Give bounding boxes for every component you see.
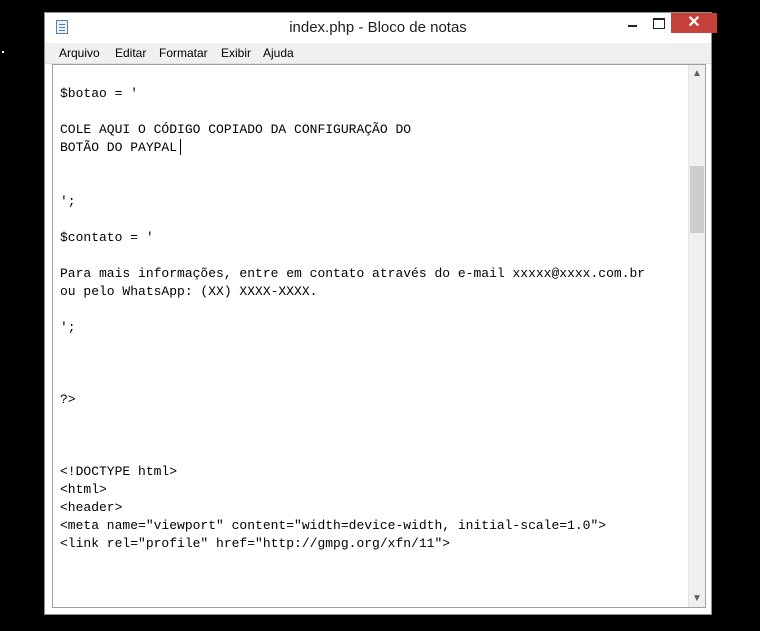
editor-line: ?>	[60, 392, 76, 407]
text-editor[interactable]: $botao = ' COLE AQUI O CÓDIGO COPIADO DA…	[52, 64, 706, 608]
editor-line: $botao = '	[60, 86, 139, 101]
editor-line: ';	[60, 194, 76, 209]
editor-line: <html>	[60, 482, 107, 497]
title-bar[interactable]: index.php - Bloco de notas ✕	[45, 13, 717, 43]
editor-line: <link rel="profile" href="http://gmpg.or…	[60, 536, 451, 551]
maximize-button[interactable]	[645, 13, 671, 33]
editor-line: ';	[60, 320, 76, 335]
menu-exibir[interactable]: Exibir	[221, 43, 251, 63]
editor-line: <meta name="viewport" content="width=dev…	[60, 518, 607, 533]
scroll-up-icon[interactable]: ▲	[689, 65, 705, 82]
editor-line: Para mais informações, entre em contato …	[60, 266, 646, 281]
editor-text[interactable]: $botao = ' COLE AQUI O CÓDIGO COPIADO DA…	[60, 85, 688, 553]
menu-editar[interactable]: Editar	[115, 43, 146, 63]
editor-line: <header>	[60, 500, 123, 515]
editor-line: ou pelo WhatsApp: (XX) XXXX-XXXX.	[60, 284, 318, 299]
editor-line: BOTÃO DO PAYPAL	[60, 140, 178, 155]
editor-line: $contato = '	[60, 230, 154, 245]
notepad-window: index.php - Bloco de notas ✕ Arquivo Edi…	[44, 12, 717, 615]
editor-line: COLE AQUI O CÓDIGO COPIADO DA CONFIGURAÇ…	[60, 122, 412, 137]
menu-bar: Arquivo Editar Formatar Exibir Ajuda	[45, 43, 711, 64]
menu-ajuda[interactable]: Ajuda	[263, 43, 294, 63]
menu-arquivo[interactable]: Arquivo	[59, 43, 100, 63]
vertical-scrollbar[interactable]: ▲ ▼	[688, 65, 705, 607]
minimize-button[interactable]	[619, 13, 645, 33]
scroll-thumb[interactable]	[690, 166, 704, 233]
editor-line: <!DOCTYPE html>	[60, 464, 178, 479]
text-caret	[180, 139, 181, 155]
desktop-dot	[2, 51, 4, 53]
menu-formatar[interactable]: Formatar	[159, 43, 208, 63]
close-button[interactable]: ✕	[671, 13, 717, 33]
scroll-down-icon[interactable]: ▼	[689, 590, 705, 607]
window-title: index.php - Bloco de notas	[289, 19, 467, 36]
